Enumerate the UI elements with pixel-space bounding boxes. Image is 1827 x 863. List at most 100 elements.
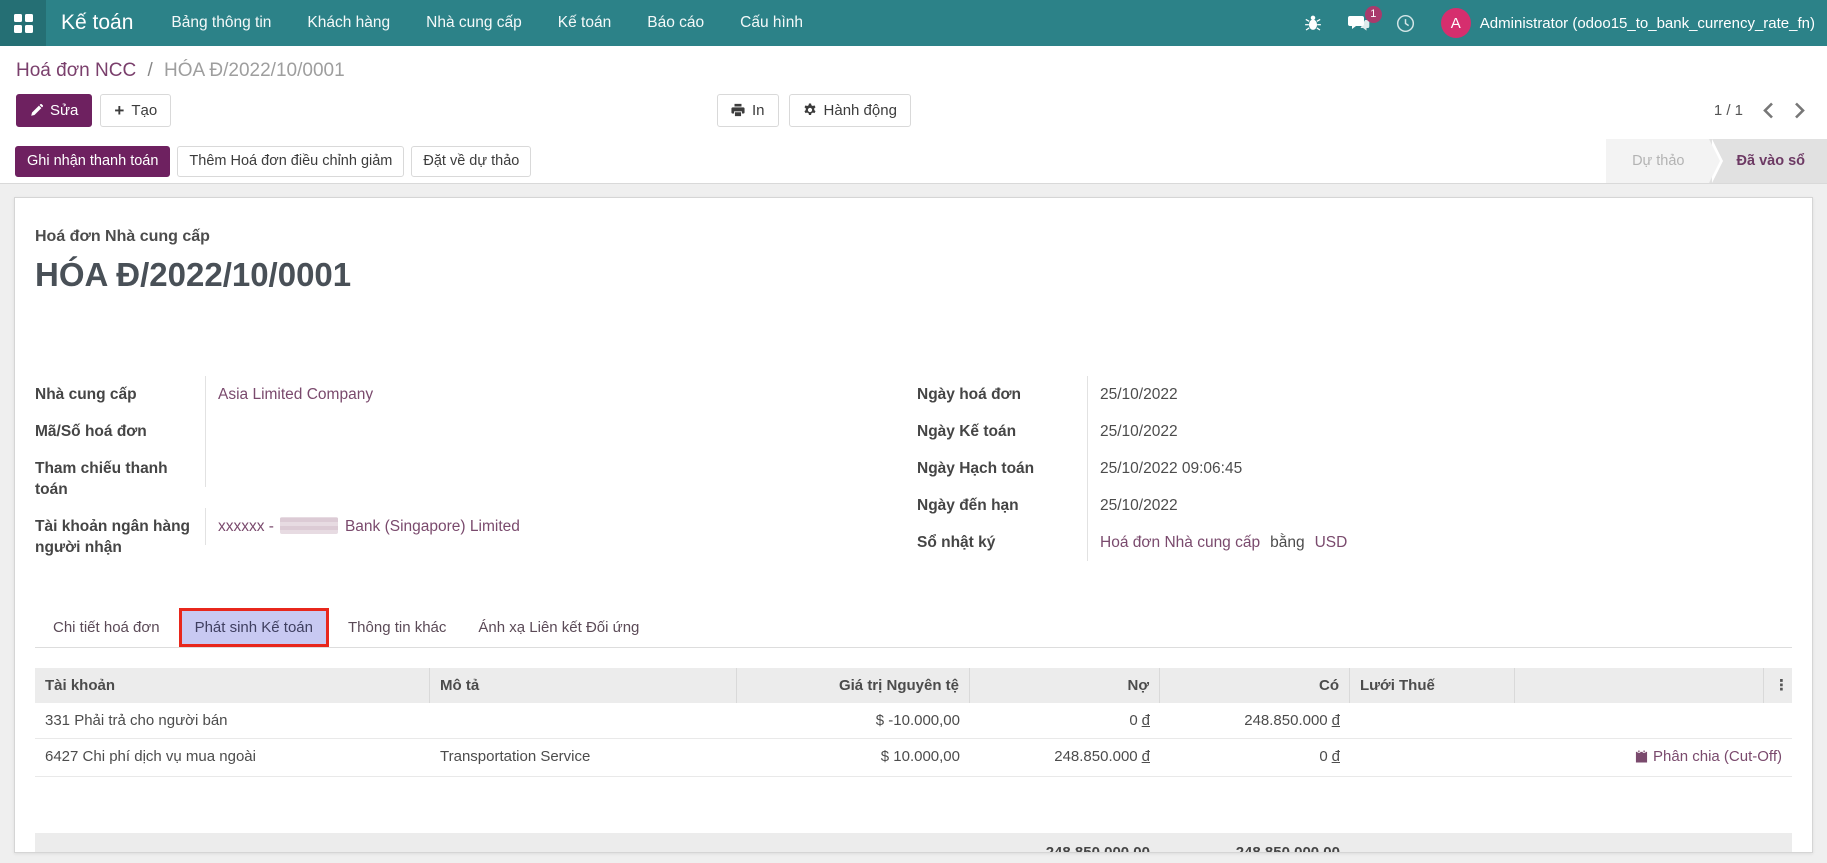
user-avatar: A: [1441, 8, 1471, 38]
currency-unit: đ: [1142, 748, 1150, 765]
print-button[interactable]: In: [717, 94, 779, 127]
column-description[interactable]: Mô tả: [430, 668, 737, 703]
currency-unit: đ: [1142, 712, 1150, 729]
bill-reference-label: Mã/Số hoá đơn: [35, 413, 205, 450]
posting-date-label: Ngày Hạch toán: [917, 450, 1087, 487]
cell-currency-value: $ 10.000,00: [737, 739, 970, 776]
cell-description: [430, 703, 737, 738]
apps-menu-button[interactable]: [0, 0, 46, 46]
cell-credit: 248.850.000đ: [1160, 703, 1350, 738]
bank-account-prefix: xxxxxx -: [218, 518, 274, 535]
breadcrumb-vendor-bills[interactable]: Hoá đơn NCC: [16, 60, 136, 81]
tab-other-info[interactable]: Thông tin khác: [332, 608, 462, 647]
document-title: HÓA Đ/2022/10/0001: [35, 256, 1792, 294]
cell-account: 6427 Chi phí dịch vụ mua ngoài: [35, 739, 430, 776]
bill-reference-value: [205, 413, 595, 450]
due-date-value: 25/10/2022: [1087, 487, 1562, 524]
debug-button[interactable]: [1304, 14, 1322, 32]
edit-button[interactable]: Sửa: [16, 94, 92, 127]
calendar-icon: [1635, 750, 1648, 763]
create-button[interactable]: + Tạo: [100, 94, 171, 127]
currency-unit: đ: [1332, 748, 1340, 765]
menu-dashboard[interactable]: Bảng thông tin: [171, 14, 271, 32]
user-menu[interactable]: A Administrator (odoo15_to_bank_currency…: [1441, 8, 1815, 38]
gear-icon: [803, 103, 817, 117]
column-tax-grid[interactable]: Lưới Thuế: [1350, 668, 1515, 703]
menu-reporting[interactable]: Báo cáo: [647, 14, 704, 32]
messages-button[interactable]: 1: [1348, 14, 1370, 33]
menu-vendors[interactable]: Nhà cung cấp: [426, 14, 522, 32]
menu-customers[interactable]: Khách hàng: [307, 14, 390, 32]
vendor-value-link[interactable]: Asia Limited Company: [218, 386, 373, 403]
cell-description: Transportation Service: [430, 739, 737, 776]
accounting-date-value: 25/10/2022: [1087, 413, 1562, 450]
cell-cutoff: Phân chia (Cut-Off): [1515, 739, 1792, 776]
app-title[interactable]: Kế toán: [46, 11, 153, 35]
cutoff-label: Phân chia (Cut-Off): [1653, 747, 1782, 766]
register-payment-button[interactable]: Ghi nhận thanh toán: [15, 146, 170, 177]
bank-account-suffix: Bank (Singapore) Limited: [345, 518, 520, 535]
payment-reference-field: Tham chiếu thanh toán: [35, 450, 595, 508]
tab-invoice-lines[interactable]: Chi tiết hoá đơn: [37, 608, 176, 647]
column-credit[interactable]: Có: [1160, 668, 1350, 703]
column-extra: [1515, 668, 1764, 703]
activities-button[interactable]: [1396, 14, 1415, 33]
cell-tax-grid: [1350, 703, 1515, 738]
invoice-date-value: 25/10/2022: [1087, 376, 1562, 413]
column-debit[interactable]: Nợ: [970, 668, 1160, 703]
cell-debit: 0đ: [970, 703, 1160, 738]
cell-tax-grid: [1350, 739, 1515, 776]
recipient-bank-field: Tài khoản ngân hàng người nhận xxxxxx - B…: [35, 508, 595, 566]
state-widget: Dự thảo Đã vào sổ: [1606, 139, 1827, 183]
action-menu-button[interactable]: Hành động: [789, 94, 911, 127]
state-posted[interactable]: Đã vào sổ: [1709, 139, 1827, 183]
journal-value-link[interactable]: Hoá đơn Nhà cung cấp: [1100, 534, 1260, 551]
payment-reference-label: Tham chiếu thanh toán: [35, 450, 205, 508]
bill-reference-field: Mã/Số hoá đơn: [35, 413, 595, 450]
journal-currency-link[interactable]: USD: [1315, 534, 1348, 551]
redacted-bank-name: [280, 517, 338, 534]
print-button-label: In: [752, 102, 765, 119]
tab-counterpart-mapping[interactable]: Ánh xạ Liên kết Đối ứng: [462, 608, 655, 647]
bank-account-link[interactable]: xxxxxx - Bank (Singapore) Limited: [218, 518, 520, 535]
totals-row: 248.850.000,00 248.850.000,00: [35, 833, 1792, 853]
field-groups: Nhà cung cấp Asia Limited Company Mã/Số …: [35, 376, 1792, 566]
due-date-label: Ngày đến hạn: [917, 487, 1087, 524]
menu-configuration[interactable]: Cấu hình: [740, 14, 803, 32]
menu-accounting[interactable]: Kế toán: [558, 14, 611, 32]
currency-unit: đ: [1332, 712, 1340, 729]
pager-next-button[interactable]: [1794, 102, 1805, 119]
accounting-date-field: Ngày Kế toán 25/10/2022: [917, 413, 1562, 450]
add-credit-note-button[interactable]: Thêm Hoá đơn điều chỉnh giảm: [177, 146, 404, 177]
pager-previous-button[interactable]: [1763, 102, 1774, 119]
message-count-badge: 1: [1365, 6, 1382, 23]
chevron-right-icon: [1794, 102, 1805, 119]
pager-count: 1 / 1: [1714, 102, 1743, 119]
vendor-field: Nhà cung cấp Asia Limited Company: [35, 376, 595, 413]
create-button-label: Tạo: [131, 102, 157, 119]
invoice-date-label: Ngày hoá đơn: [917, 376, 1087, 413]
cutoff-button[interactable]: Phân chia (Cut-Off): [1635, 747, 1782, 766]
cell-currency-value: $ -10.000,00: [737, 703, 970, 738]
pencil-icon: [30, 104, 43, 117]
top-navbar: Kế toán Bảng thông tin Khách hàng Nhà cu…: [0, 0, 1827, 46]
table-header: Tài khoản Mô tả Giá trị Nguyên tệ Nợ Có …: [35, 668, 1792, 703]
navbar-systray: 1 A Administrator (odoo15_to_bank_curren…: [1304, 8, 1827, 38]
column-currency-value[interactable]: Giá trị Nguyên tệ: [737, 668, 970, 703]
cell-debit: 248.850.000đ: [970, 739, 1160, 776]
statusbar-buttons: Ghi nhận thanh toán Thêm Hoá đơn điều ch…: [15, 146, 531, 177]
table-row[interactable]: 6427 Chi phí dịch vụ mua ngoài Transport…: [35, 739, 1792, 777]
posting-date-field: Ngày Hạch toán 25/10/2022 09:06:45: [917, 450, 1562, 487]
recipient-bank-label: Tài khoản ngân hàng người nhận: [35, 508, 205, 566]
table-row[interactable]: 331 Phải trả cho người bán $ -10.000,00 …: [35, 703, 1792, 739]
action-buttons-row: Sửa + Tạo In Hành động 1 / 1: [16, 93, 1811, 127]
column-account[interactable]: Tài khoản: [35, 668, 430, 703]
reset-to-draft-button[interactable]: Đặt về dự thảo: [411, 146, 531, 177]
tab-journal-items[interactable]: Phát sinh Kế toán: [179, 608, 329, 647]
form-view: Hoá đơn Nhà cung cấp HÓA Đ/2022/10/0001 …: [0, 184, 1827, 853]
breadcrumb-current: HÓA Đ/2022/10/0001: [164, 60, 345, 81]
breadcrumb: Hoá đơn NCC / HÓA Đ/2022/10/0001: [16, 58, 1811, 84]
state-draft[interactable]: Dự thảo: [1606, 139, 1708, 183]
optional-columns-button[interactable]: ⋮: [1764, 668, 1792, 703]
printer-icon: [731, 103, 745, 117]
